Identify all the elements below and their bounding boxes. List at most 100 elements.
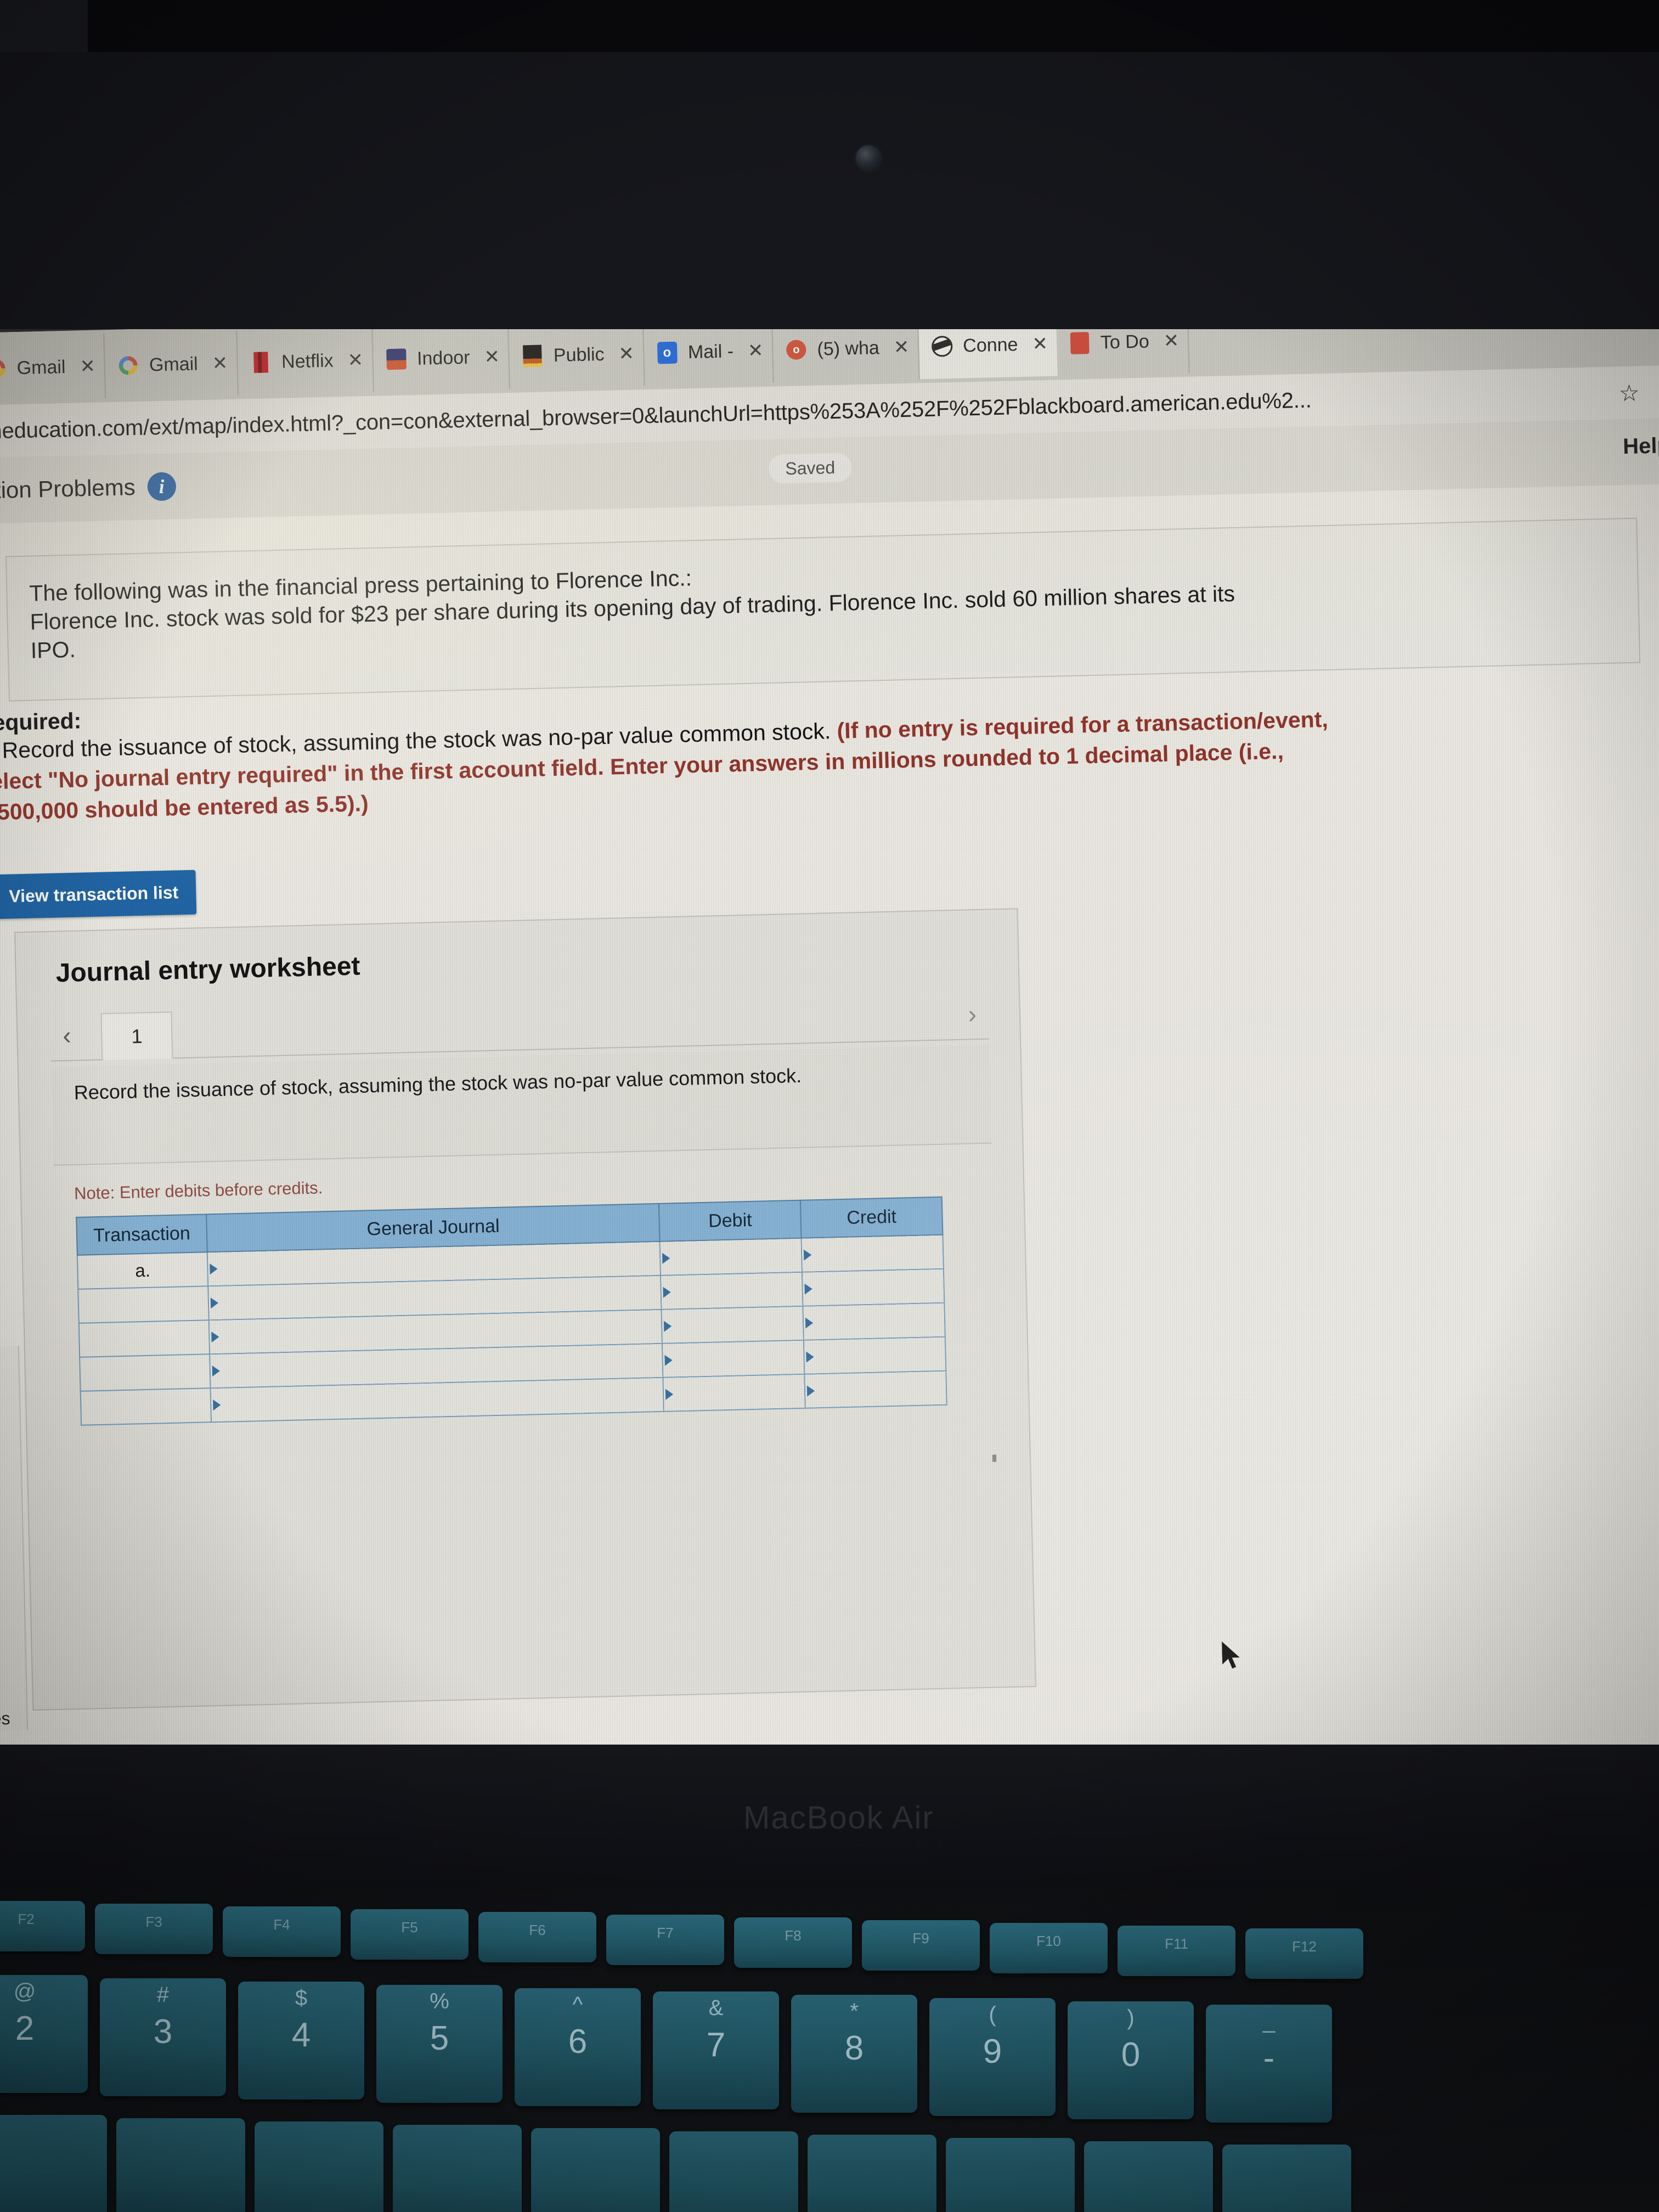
- key-symbol: &: [708, 1996, 724, 2020]
- key-blank[interactable]: [393, 2125, 522, 2212]
- tab-close-icon[interactable]: ✕: [618, 343, 634, 365]
- cell-credit[interactable]: [803, 1336, 946, 1374]
- cell-transaction: [78, 1286, 209, 1323]
- room-background-dark: [88, 0, 1659, 60]
- key-blank[interactable]: [531, 2128, 660, 2212]
- key-blank[interactable]: [1222, 2145, 1351, 2212]
- tab-label: To Do: [1100, 330, 1150, 353]
- key-blank[interactable]: [116, 2118, 245, 2212]
- key-f5[interactable]: F5: [351, 1909, 469, 1960]
- key-0[interactable]: ) 0: [1068, 2001, 1194, 2119]
- browser-tab-connect[interactable]: Conne ✕: [918, 329, 1058, 380]
- key-f3[interactable]: F3: [95, 1904, 213, 1954]
- worksheet-next-icon[interactable]: ›: [968, 999, 977, 1029]
- key-label: F9: [912, 1930, 929, 1946]
- key-7[interactable]: & 7: [653, 1991, 779, 2109]
- left-window-sliver: ces: [0, 1346, 29, 1731]
- browser-tab-netflix[interactable]: Netflix ✕: [236, 329, 374, 396]
- key-f2[interactable]: F2: [0, 1901, 85, 1951]
- cell-transaction: a.: [77, 1252, 208, 1289]
- key-f7[interactable]: F7: [606, 1915, 724, 1965]
- worksheet-tab-1[interactable]: 1: [100, 1011, 173, 1060]
- key-f12[interactable]: F12: [1245, 1928, 1363, 1979]
- key-f4[interactable]: F4: [223, 1906, 341, 1957]
- google-icon: [117, 354, 139, 377]
- column-header-transaction: Transaction: [76, 1214, 207, 1255]
- key-number: 3: [153, 2013, 173, 2051]
- key-f10[interactable]: F10: [990, 1923, 1108, 1973]
- column-header-debit: Debit: [659, 1200, 802, 1242]
- screen-clip: ✕ Gmail ✕ Gmail ✕ Netflix ✕ Indoor ✕: [0, 329, 1659, 1756]
- key-3[interactable]: #3: [100, 1978, 226, 2096]
- info-icon[interactable]: i: [147, 472, 177, 501]
- journal-entry-table: Transaction General Journal Debit Credit…: [76, 1197, 947, 1426]
- key-f6[interactable]: F6: [478, 1912, 596, 1962]
- key--[interactable]: _ -: [1206, 2005, 1332, 2123]
- key-blank[interactable]: [1084, 2141, 1213, 2212]
- key-5[interactable]: % 5: [376, 1985, 503, 2103]
- scenario-box: The following was in the financial press…: [5, 517, 1641, 702]
- tab-close-icon[interactable]: ✕: [748, 340, 764, 362]
- cell-debit[interactable]: [662, 1340, 805, 1378]
- key-number: 9: [983, 2033, 1002, 2070]
- browser-tab-indoor[interactable]: Indoor ✕: [372, 329, 511, 392]
- tab-close-icon[interactable]: ✕: [347, 349, 363, 371]
- tab-close-icon[interactable]: ✕: [484, 346, 500, 368]
- key-blank[interactable]: [669, 2131, 798, 2212]
- key-symbol: ): [1127, 2006, 1135, 2030]
- key-symbol: $: [295, 1986, 308, 2010]
- view-transaction-list-button[interactable]: View transaction list: [0, 870, 197, 919]
- key-blank[interactable]: [0, 2115, 107, 2212]
- key-2[interactable]: @2: [0, 1975, 88, 2093]
- key-9[interactable]: (9: [929, 1998, 1056, 2116]
- key-number: 0: [1121, 2036, 1141, 2074]
- bookmark-star-icon[interactable]: ☆: [1618, 379, 1640, 407]
- key-f8[interactable]: F8: [734, 1917, 852, 1968]
- cell-credit[interactable]: [801, 1234, 944, 1272]
- tab-label: Gmail: [16, 356, 66, 379]
- key-6[interactable]: ^ 6: [515, 1988, 641, 2106]
- laptop-photo: ✕ Gmail ✕ Gmail ✕ Netflix ✕ Indoor ✕: [0, 0, 1659, 2212]
- tab-close-icon[interactable]: ✕: [1032, 333, 1048, 356]
- key-symbol: %: [430, 1989, 449, 2013]
- key-f11[interactable]: F11: [1118, 1926, 1235, 1976]
- worksheet-note: Note: Enter debits before credits.: [74, 1178, 323, 1204]
- key-blank[interactable]: [808, 2135, 936, 2212]
- key-f9[interactable]: F9: [862, 1920, 980, 1971]
- key-number: 2: [15, 2010, 35, 2047]
- browser-tab-public[interactable]: Public ✕: [509, 329, 645, 389]
- scenario-line-3: IPO.: [30, 636, 76, 663]
- tab-close-icon[interactable]: ✕: [893, 336, 909, 359]
- google-icon: [0, 357, 7, 380]
- cell-credit[interactable]: [803, 1302, 945, 1340]
- cell-debit[interactable]: [661, 1272, 803, 1310]
- key-8[interactable]: * 8: [791, 1995, 917, 2113]
- tab-close-icon[interactable]: ✕: [80, 356, 95, 378]
- cell-debit[interactable]: [663, 1374, 805, 1412]
- column-header-credit: Credit: [800, 1197, 943, 1238]
- cell-debit[interactable]: [659, 1238, 803, 1276]
- page-body: The following was in the financial press…: [0, 483, 1659, 1756]
- browser-tab-gmail-2[interactable]: Gmail ✕: [104, 330, 239, 399]
- laptop-screen: ✕ Gmail ✕ Gmail ✕ Netflix ✕ Indoor ✕: [0, 329, 1659, 1756]
- key-blank[interactable]: [946, 2138, 1075, 2212]
- macbook-brand-label: MacBook Air: [743, 1800, 934, 1836]
- key-label: F10: [1036, 1933, 1061, 1949]
- browser-tab-mail[interactable]: o Mail - ✕: [643, 329, 774, 386]
- key-number: 5: [430, 2019, 449, 2057]
- cell-credit[interactable]: [804, 1370, 947, 1408]
- browser-tab-todo[interactable]: To Do ✕: [1056, 329, 1190, 376]
- help-link[interactable]: Help: [1623, 433, 1659, 459]
- webcam-icon: [856, 145, 881, 171]
- cell-debit[interactable]: [661, 1306, 804, 1344]
- key-4[interactable]: $4: [238, 1982, 364, 2100]
- tab-close-icon[interactable]: ✕: [1163, 330, 1179, 352]
- cell-credit[interactable]: [802, 1268, 945, 1306]
- keyboard: F2 F3 F4 F5 F6 F7 F8 F9 F10 F11 F12 @2 #3 $4% 5 ^ 6 & 7 * 8(…: [0, 1895, 1659, 2212]
- worksheet-prev-icon[interactable]: ‹: [63, 1020, 72, 1050]
- cell-transaction: [78, 1320, 210, 1357]
- tab-close-icon[interactable]: ✕: [212, 352, 228, 375]
- key-blank[interactable]: [255, 2121, 383, 2212]
- browser-tab-gmail-1[interactable]: Gmail ✕: [0, 334, 106, 402]
- browser-tab-whatsapp[interactable]: o (5) wha ✕: [772, 329, 920, 383]
